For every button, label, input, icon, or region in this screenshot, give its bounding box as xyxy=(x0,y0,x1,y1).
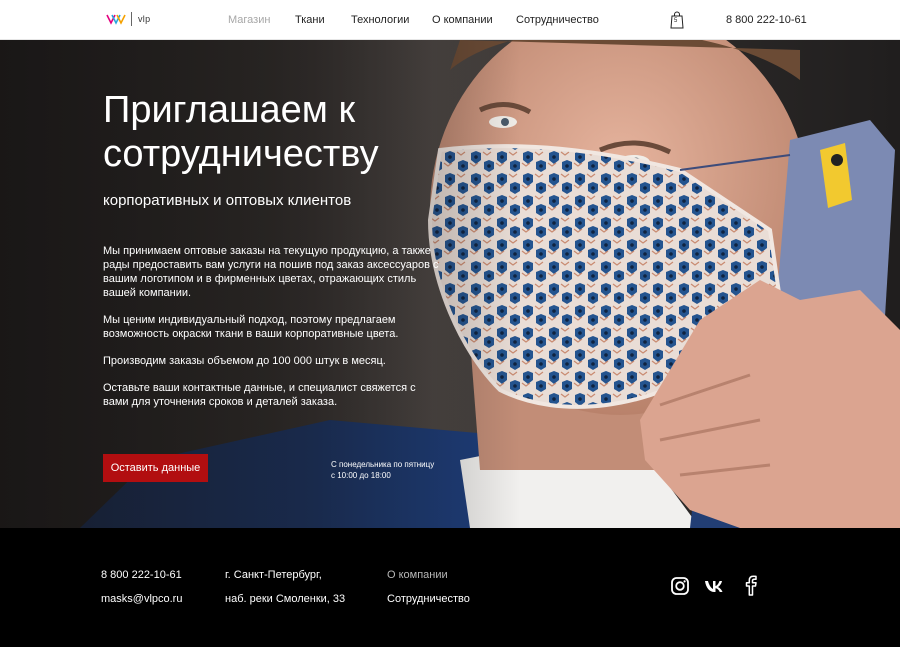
instagram-icon[interactable] xyxy=(669,575,691,597)
footer-link-about[interactable]: О компании xyxy=(387,569,448,581)
vk-icon[interactable] xyxy=(703,575,727,597)
facebook-icon[interactable] xyxy=(741,573,761,596)
site-header: vlp Магазин Ткани Технологии О компании … xyxy=(0,0,900,40)
nav-item-fabrics[interactable]: Ткани xyxy=(295,14,325,26)
footer-link-cooperation[interactable]: Сотрудничество xyxy=(387,593,470,605)
hero-description: Мы принимаем оптовые заказы на текущую п… xyxy=(103,244,443,422)
hero-paragraph: Мы ценим индивидуальный подход, поэтому … xyxy=(103,314,399,340)
hero-section: Приглашаем к сотрудничеству корпоративны… xyxy=(0,40,900,528)
hero-title: Приглашаем к сотрудничеству xyxy=(103,89,379,175)
working-hours: С понедельника по пятницу с 10:00 до 18:… xyxy=(331,459,451,481)
hero-paragraph: Оставьте ваши контактные данные, и специ… xyxy=(103,382,416,408)
footer-address-city: г. Санкт-Петербург, xyxy=(225,569,322,581)
nav-item-shop[interactable]: Магазин xyxy=(228,14,270,26)
site-footer: 8 800 222-10-61 masks@vlpco.ru г. Санкт-… xyxy=(0,528,900,647)
header-phone[interactable]: 8 800 222-10-61 xyxy=(726,14,807,26)
footer-address-street: наб. реки Смоленки, 33 xyxy=(225,593,346,605)
working-hours-days: С понедельника по пятницу xyxy=(331,460,435,469)
leave-data-button[interactable]: Оставить данные xyxy=(103,454,208,482)
nav-item-technologies[interactable]: Технологии xyxy=(351,14,409,26)
working-hours-time: с 10:00 до 18:00 xyxy=(331,471,391,480)
cart-button[interactable]: 5 xyxy=(670,11,684,29)
footer-phone[interactable]: 8 800 222-10-61 xyxy=(101,569,182,581)
hero-paragraph: Производим заказы объемом до 100 000 шту… xyxy=(103,355,386,367)
hero-subtitle: корпоративных и оптовых клиентов xyxy=(103,192,352,209)
nav-item-cooperation[interactable]: Сотрудничество xyxy=(516,14,599,26)
nav-item-about[interactable]: О компании xyxy=(432,14,493,26)
hero-paragraph: Мы принимаем оптовые заказы на текущую п… xyxy=(103,245,439,299)
footer-email[interactable]: masks@vlpco.ru xyxy=(101,593,182,605)
cart-count: 5 xyxy=(674,18,678,24)
